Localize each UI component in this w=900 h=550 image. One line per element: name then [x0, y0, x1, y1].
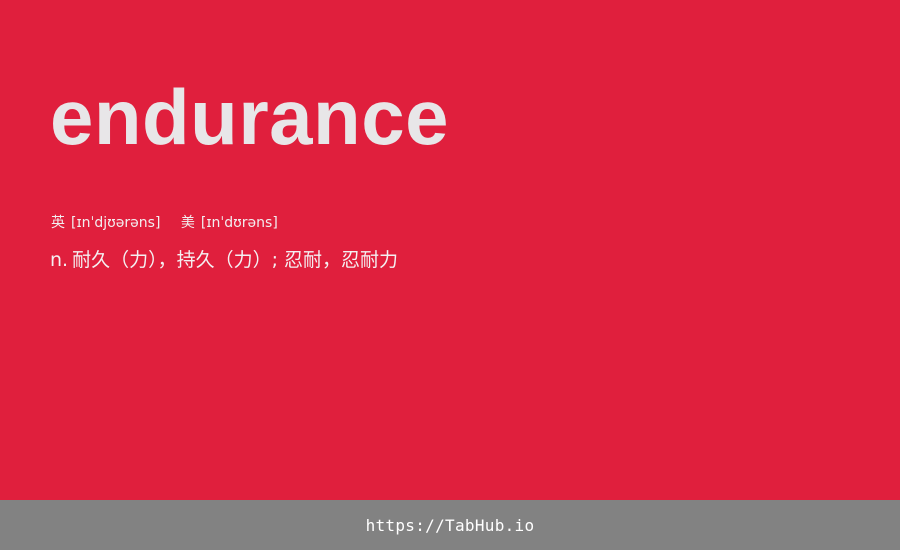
- footer-bar: https://TabHub.io: [0, 500, 900, 550]
- uk-label: 英: [51, 215, 65, 231]
- word-card: endurance 英 [ɪnˈdjʊərəns] 美 [ɪnˈdʊrəns] n.…: [0, 0, 900, 500]
- headword: endurance: [50, 73, 449, 161]
- tabhub-link[interactable]: https://TabHub.io: [366, 516, 535, 535]
- pronunciation-row: 英 [ɪnˈdjʊərəns] 美 [ɪnˈdʊrəns]: [51, 213, 278, 233]
- part-of-speech: n.: [50, 249, 69, 271]
- us-pronunciation: 美 [ɪnˈdʊrəns]: [181, 213, 278, 233]
- uk-ipa: [ɪnˈdjʊərəns]: [71, 215, 161, 231]
- uk-pronunciation: 英 [ɪnˈdjʊərəns]: [51, 213, 160, 233]
- us-label: 美: [180, 215, 195, 231]
- definition-text: 耐久（力），持久（力）; 忍耐，忍耐力: [72, 249, 399, 271]
- definition-line: n. 耐久（力），持久（力）; 忍耐，忍耐力: [50, 246, 398, 274]
- us-ipa: [ɪnˈdʊrəns]: [200, 215, 278, 231]
